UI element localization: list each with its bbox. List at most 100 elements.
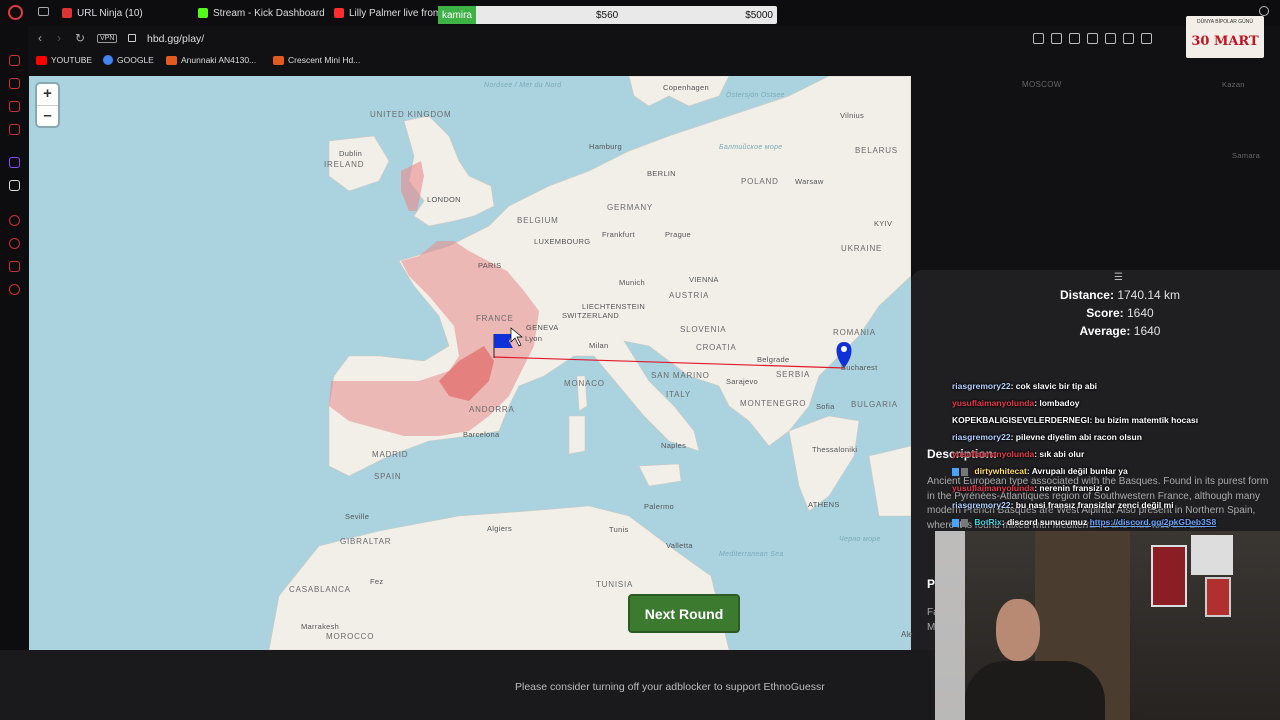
map-label-baltic: Балтийское море <box>719 144 783 151</box>
map-label-belarus: BELARUS <box>855 146 898 155</box>
map-label-belgrade: Belgrade <box>757 355 790 364</box>
map-label-naples: Naples <box>661 441 687 450</box>
extension-icons <box>1033 33 1152 44</box>
chat-link[interactable]: https://discord.gg/2pkGDeb3S8 <box>1090 517 1217 527</box>
tab-search-icon[interactable] <box>1259 6 1269 16</box>
map-label-dublin: Dublin <box>339 149 363 158</box>
map-label-clipped: Ale <box>901 630 913 639</box>
zoom-out-button[interactable]: – <box>37 105 58 126</box>
next-round-button[interactable]: Next Round <box>628 594 740 633</box>
panel-drag-handle-icon[interactable]: ☰ <box>1114 272 1123 283</box>
x-twitter-icon[interactable] <box>9 180 20 191</box>
pin-icon[interactable] <box>1033 33 1044 44</box>
map-label-moscow: MOSCOW <box>1022 80 1062 89</box>
map-label-warsaw: Warsaw <box>795 177 824 186</box>
map-label-geneva: GENEVA <box>526 323 559 332</box>
vpn-badge[interactable]: VPN <box>97 34 118 43</box>
map-label-switzerland: SWITZERLAND <box>562 311 620 320</box>
map-label-liechtenstein: LIECHTENSTEIN <box>582 302 646 311</box>
twitch-icon[interactable] <box>9 157 20 168</box>
translate-icon[interactable] <box>1105 33 1116 44</box>
map-label-algiers: Algiers <box>487 524 513 533</box>
map-label-prague: Prague <box>665 230 691 239</box>
map-label-kazan: Kazan <box>1222 80 1245 89</box>
aria-icon[interactable] <box>9 55 20 66</box>
chat-message: yusuflaimanyolunda: lombadoy <box>952 398 1080 408</box>
bid-current: $560 <box>596 10 619 21</box>
history-icon[interactable] <box>9 238 20 249</box>
map-label-munich: Munich <box>619 278 645 287</box>
player-icon[interactable] <box>9 215 20 226</box>
score-row: Score: 1640 <box>911 304 1280 322</box>
tab-lilly-palmer[interactable]: Lilly Palmer live from h <box>334 5 439 21</box>
browser-tab-bar: URL Ninja (10) Stream - Kick Dashboard L… <box>0 0 1280 26</box>
map-label-sofia: Sofia <box>816 402 835 411</box>
bookmark-label: Crescent Mini Hd... <box>288 55 361 65</box>
chat-message: riasgremory22: bu nasi fransız fransizla… <box>952 500 1174 510</box>
opera-logo-icon[interactable] <box>8 5 23 20</box>
average-row: Average: 1640 <box>911 322 1280 340</box>
shield-icon[interactable] <box>1069 33 1080 44</box>
bookmark-youtube[interactable]: YOUTUBE <box>36 55 92 65</box>
webcam-poster <box>1191 535 1233 575</box>
back-icon[interactable]: ‹ <box>38 31 42 45</box>
bookmark-crescent[interactable]: Crescent Mini Hd... <box>273 55 360 65</box>
map-label-vienna: VIENNA <box>689 275 719 284</box>
settings-icon[interactable] <box>9 284 20 295</box>
chat-message: yusuflaimanyolunda: nerenin fransizi o <box>952 483 1110 493</box>
lock-icon[interactable] <box>128 34 136 42</box>
map-label-ireland: IRELAND <box>324 160 365 169</box>
chat-text: : bu nasi fransız fransizlar zenci değil… <box>1010 500 1174 510</box>
chat-message: riasgremory22: cok slavic bir tip abi <box>952 381 1097 391</box>
map-label-samara: Samara <box>1232 151 1261 160</box>
extensions-icon[interactable] <box>9 261 20 272</box>
bookmark-anunnaki[interactable]: Anunnaki AN4130... <box>166 55 256 65</box>
webcam-person-head <box>996 599 1040 661</box>
tab-favicon-icon <box>62 8 72 18</box>
browser-sidebar: GX ··· <box>0 26 28 720</box>
gx-corner-icon[interactable] <box>9 78 20 89</box>
map-label-casablanca: CASABLANCA <box>289 585 351 594</box>
chat-text: : nerenin fransizi o <box>1034 483 1110 493</box>
distance-label: Distance: <box>1059 288 1114 302</box>
map-label-bucharest: Bucharest <box>841 363 878 372</box>
snapshot-icon[interactable] <box>1051 33 1062 44</box>
extension-icon[interactable] <box>1087 33 1098 44</box>
tab-kick-dashboard[interactable]: Stream - Kick Dashboard <box>198 5 333 21</box>
map-label-frankfurt: Frankfurt <box>602 230 635 239</box>
workspaces-icon[interactable] <box>38 7 49 16</box>
reload-icon[interactable]: ↻ <box>75 31 85 45</box>
map-label-andorra: ANDORRA <box>469 405 515 414</box>
map-label-madrid: MADRID <box>372 450 409 459</box>
play-icon[interactable] <box>1123 33 1134 44</box>
webcam-poster <box>1151 545 1187 607</box>
map-label-italy: ITALY <box>666 390 692 399</box>
map-label-north-sea: Nordsee / Mer du Nord <box>484 82 562 89</box>
map-label-montenegro: MONTENEGRO <box>740 399 807 408</box>
tab-url-ninja[interactable]: URL Ninja (10) <box>62 5 187 21</box>
heart-icon[interactable] <box>1141 33 1152 44</box>
map-label-kyiv: KYIV <box>874 219 893 228</box>
address-bar: ‹ › ↻ VPN hbd.gg/play/ <box>30 28 1280 50</box>
url-field[interactable]: hbd.gg/play/ <box>147 33 204 45</box>
messenger-icon[interactable] <box>9 124 20 135</box>
chat-badges-icon <box>952 467 972 476</box>
chat-username: yusuflaimanyolunda <box>952 398 1035 408</box>
map-view[interactable]: + – Nordsee / Mer du Nord Copenhagen Öst… <box>29 76 911 650</box>
map-label-france: FRANCE <box>476 314 514 323</box>
flow-icon[interactable] <box>9 101 20 112</box>
chat-message: BotRix: discord sunucumuz https://discor… <box>952 517 1216 527</box>
map-label-marrakesh: Marrakesh <box>301 622 340 631</box>
map-label-germany: GERMANY <box>607 203 654 212</box>
distance-value: 1740.14 km <box>1117 288 1181 302</box>
chat-username: yusuflaimanyolunda <box>952 449 1035 459</box>
zoom-in-button[interactable]: + <box>37 84 58 105</box>
map-label-bulgaria: BULGARIA <box>851 400 898 409</box>
chat-username: dirtywhitecat <box>974 466 1027 476</box>
chat-username: yusuflaimanyolunda <box>952 483 1035 493</box>
streamer-webcam <box>935 531 1280 720</box>
chat-text: : pilevne diyelim abi racon olsun <box>1010 432 1142 442</box>
forward-icon[interactable]: › <box>57 31 61 45</box>
map-label-monaco: MONACO <box>564 379 605 388</box>
bookmark-google[interactable]: GOOGLE <box>103 55 154 65</box>
